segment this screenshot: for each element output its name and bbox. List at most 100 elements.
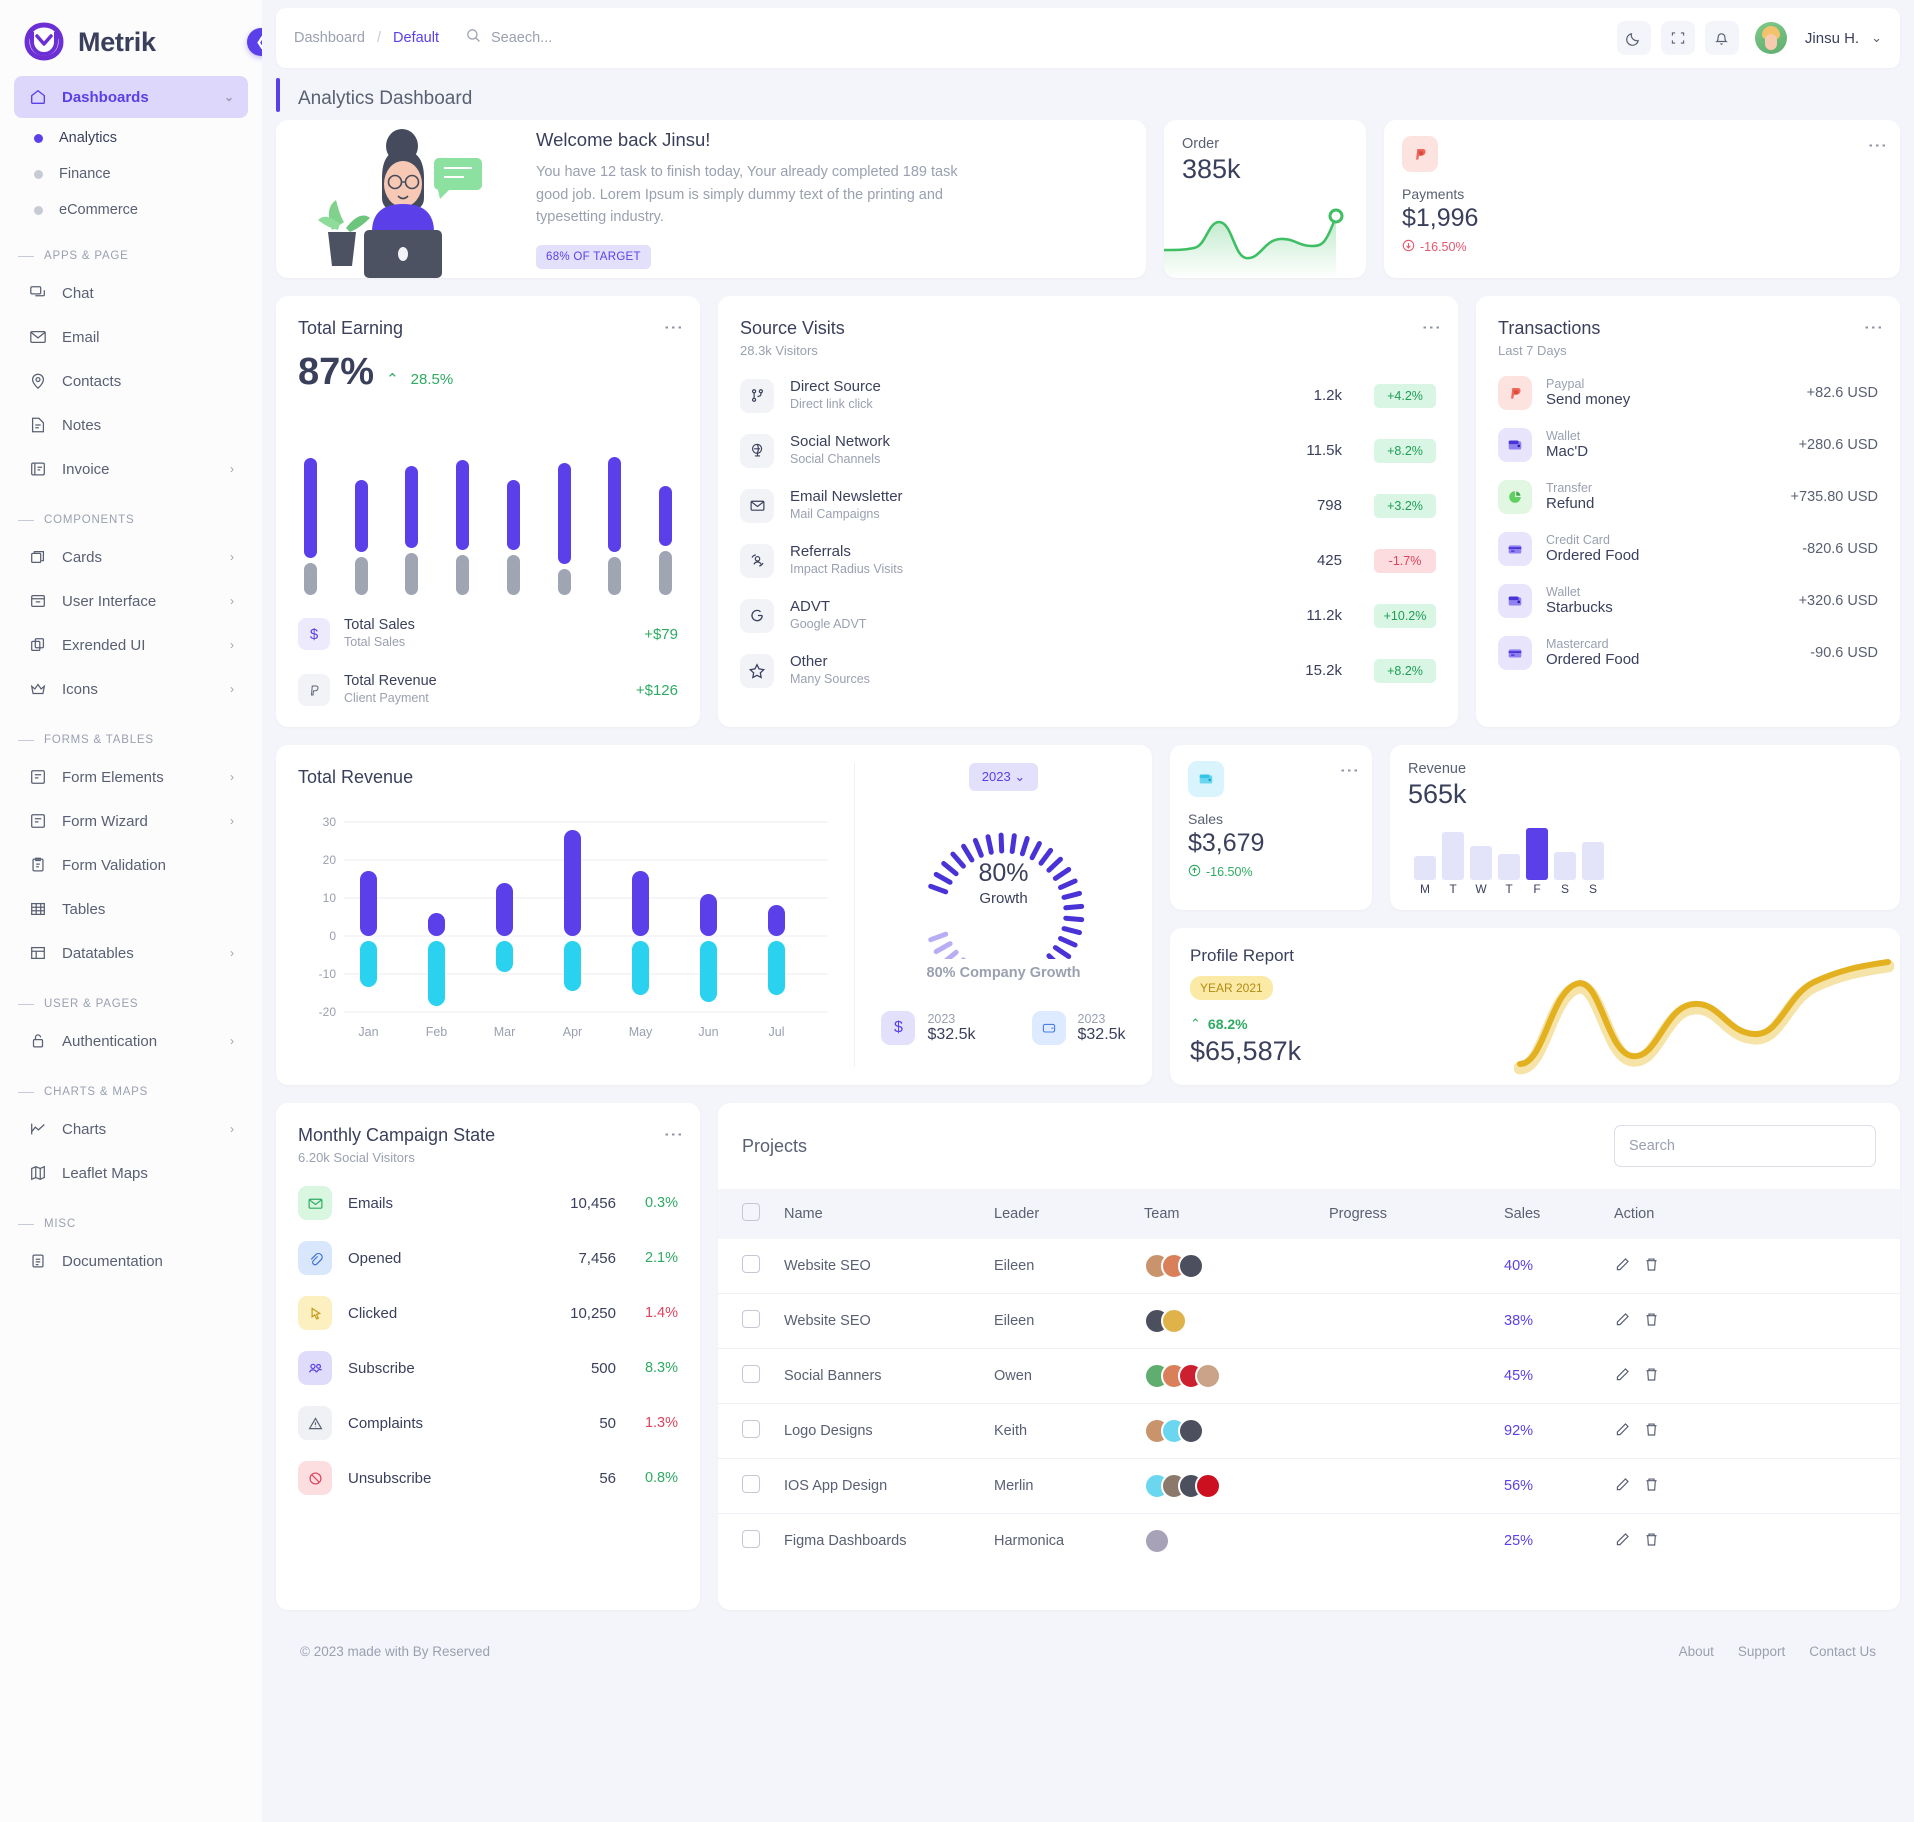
sales-label: Sales: [1188, 811, 1224, 827]
sidebar-item-extended-ui[interactable]: Exrended UI ›: [14, 624, 248, 666]
sidebar-item-icons[interactable]: Icons ›: [14, 668, 248, 710]
sidebar-item-contacts[interactable]: Contacts: [14, 360, 248, 402]
footer-link-contact[interactable]: Contact Us: [1809, 1644, 1876, 1659]
transaction-row[interactable]: Wallet Mac'D +280.6 USD: [1498, 428, 1878, 462]
sidebar-item-leaflet-maps[interactable]: Leaflet Maps: [14, 1152, 248, 1194]
sidebar-item-tables[interactable]: Tables: [14, 888, 248, 930]
avatar: [1195, 1473, 1221, 1499]
footer-link-support[interactable]: Support: [1738, 1644, 1785, 1659]
sidebar-item-form-elements[interactable]: Form Elements ›: [14, 756, 248, 798]
transaction-row[interactable]: Wallet Starbucks +320.6 USD: [1498, 584, 1878, 618]
edit-icon[interactable]: [1614, 1366, 1631, 1387]
search-box[interactable]: [465, 27, 751, 49]
sidebar-item-invoice[interactable]: Invoice ›: [14, 448, 248, 490]
col-leader[interactable]: Leader: [984, 1189, 1134, 1239]
campaign-row[interactable]: Opened 7,456 2.1%: [298, 1241, 678, 1275]
table-row[interactable]: Website SEO Eileen 38%: [718, 1293, 1900, 1349]
sidebar-item-authentication[interactable]: Authentication ›: [14, 1020, 248, 1062]
delete-icon[interactable]: [1643, 1421, 1660, 1442]
fullscreen-icon[interactable]: [1660, 21, 1695, 55]
breadcrumb-root[interactable]: Dashboard: [294, 30, 365, 46]
sidebar-item-dashboards[interactable]: Dashboards ⌄: [14, 76, 248, 118]
delete-icon[interactable]: [1643, 1311, 1660, 1332]
transaction-row[interactable]: Mastercard Ordered Food -90.6 USD: [1498, 636, 1878, 670]
moon-icon[interactable]: [1616, 21, 1651, 55]
ui-icon: [28, 591, 48, 611]
transaction-row[interactable]: Credit Card Ordered Food -820.6 USD: [1498, 532, 1878, 566]
source-row[interactable]: Other Many Sources 15.2k +8.2%: [740, 653, 1436, 688]
transaction-row[interactable]: Paypal Send money +82.6 USD: [1498, 376, 1878, 410]
source-row[interactable]: Email Newsletter Mail Campaigns 798 +3.2%: [740, 488, 1436, 523]
transaction-row[interactable]: Transfer Refund +735.80 USD: [1498, 480, 1878, 514]
row-checkbox[interactable]: [742, 1365, 760, 1383]
row-checkbox[interactable]: [742, 1475, 760, 1493]
sidebar-item-chat[interactable]: Chat: [14, 272, 248, 314]
brand[interactable]: Metrik: [0, 0, 262, 76]
row-checkbox[interactable]: [742, 1255, 760, 1273]
edit-icon[interactable]: [1614, 1531, 1631, 1552]
source-row[interactable]: Referrals Impact Radius Visits 425 -1.7%: [740, 543, 1436, 578]
growth-year-select[interactable]: 2023 ⌄: [968, 763, 1039, 791]
delete-icon[interactable]: [1643, 1476, 1660, 1497]
edit-icon[interactable]: [1614, 1421, 1631, 1442]
row-checkbox[interactable]: [742, 1530, 760, 1548]
sidebar-item-datatables[interactable]: Datatables ›: [14, 932, 248, 974]
sales-menu-button[interactable]: ⋮: [1338, 761, 1359, 780]
table-row[interactable]: Figma Dashboards Harmonica 25%: [718, 1514, 1900, 1569]
source-row[interactable]: Direct Source Direct link click 1.2k +4.2…: [740, 378, 1436, 413]
total-earning-bar-chart: [304, 420, 672, 595]
campaign-row[interactable]: Complaints 50 1.3%: [298, 1406, 678, 1440]
avatar[interactable]: [1754, 22, 1787, 54]
campaign-row[interactable]: Clicked 10,250 1.4%: [298, 1296, 678, 1330]
sidebar-item-analytics[interactable]: Analytics: [14, 120, 248, 156]
campaign-menu-button[interactable]: ⋮: [662, 1125, 683, 1144]
total-earning-menu-button[interactable]: ⋮: [662, 318, 683, 337]
source-visits-menu-button[interactable]: ⋮: [1420, 318, 1441, 337]
payments-label: Payments: [1402, 186, 1465, 202]
breadcrumb-current[interactable]: Default: [393, 30, 439, 46]
user-name[interactable]: Jinsu H.: [1805, 30, 1859, 47]
projects-search-input[interactable]: [1614, 1125, 1876, 1167]
campaign-row[interactable]: Unsubscribe 56 0.8%: [298, 1461, 678, 1495]
source-row[interactable]: Social Network Social Channels 11.5k +8.2…: [740, 433, 1436, 468]
sidebar-item-user-interface[interactable]: User Interface ›: [14, 580, 248, 622]
delete-icon[interactable]: [1643, 1531, 1660, 1552]
payments-menu-button[interactable]: ⋮: [1866, 136, 1887, 155]
sidebar-item-finance[interactable]: Finance: [14, 156, 248, 192]
edit-icon[interactable]: [1614, 1256, 1631, 1277]
transactions-menu-button[interactable]: ⋮: [1862, 318, 1883, 337]
avatar-group: [1144, 1308, 1309, 1334]
sidebar-item-form-wizard[interactable]: Form Wizard ›: [14, 800, 248, 842]
search-input[interactable]: [490, 30, 751, 46]
sidebar-item-form-validation[interactable]: Form Validation: [14, 844, 248, 886]
sidebar-item-cards[interactable]: Cards ›: [14, 536, 248, 578]
sidebar-item-notes[interactable]: Notes: [14, 404, 248, 446]
row-checkbox[interactable]: [742, 1310, 760, 1328]
edit-icon[interactable]: [1614, 1476, 1631, 1497]
chevron-down-icon[interactable]: ⌄: [1871, 30, 1882, 46]
col-action[interactable]: Action: [1604, 1189, 1900, 1239]
footer-link-about[interactable]: About: [1679, 1644, 1714, 1659]
row-checkbox[interactable]: [742, 1420, 760, 1438]
edit-icon[interactable]: [1614, 1311, 1631, 1332]
sidebar-item-charts[interactable]: Charts ›: [14, 1108, 248, 1150]
col-name[interactable]: Name: [774, 1189, 984, 1239]
col-sales[interactable]: Sales: [1494, 1189, 1604, 1239]
table-row[interactable]: IOS App Design Merlin 56%: [718, 1458, 1900, 1514]
select-all-checkbox[interactable]: [742, 1203, 760, 1221]
delete-icon[interactable]: [1643, 1256, 1660, 1277]
col-progress[interactable]: Progress: [1319, 1189, 1494, 1239]
table-row[interactable]: Logo Designs Keith 92%: [718, 1403, 1900, 1459]
col-team[interactable]: Team: [1134, 1189, 1319, 1239]
sidebar-item-ecommerce[interactable]: eCommerce: [14, 192, 248, 228]
sidebar-item-documentation[interactable]: Documentation: [14, 1240, 248, 1282]
sidebar-item-email[interactable]: Email: [14, 316, 248, 358]
table-row[interactable]: Social Banners Owen 45%: [718, 1348, 1900, 1404]
source-row[interactable]: ADVT Google ADVT 11.2k +10.2%: [740, 598, 1436, 633]
delete-icon[interactable]: [1643, 1366, 1660, 1387]
campaign-row[interactable]: Subscribe 500 8.3%: [298, 1351, 678, 1385]
campaign-subtitle: 6.20k Social Visitors: [298, 1150, 415, 1165]
bell-icon[interactable]: [1704, 21, 1739, 55]
table-row[interactable]: Website SEO Eileen 40%: [718, 1239, 1900, 1294]
campaign-row[interactable]: Emails 10,456 0.3%: [298, 1186, 678, 1220]
